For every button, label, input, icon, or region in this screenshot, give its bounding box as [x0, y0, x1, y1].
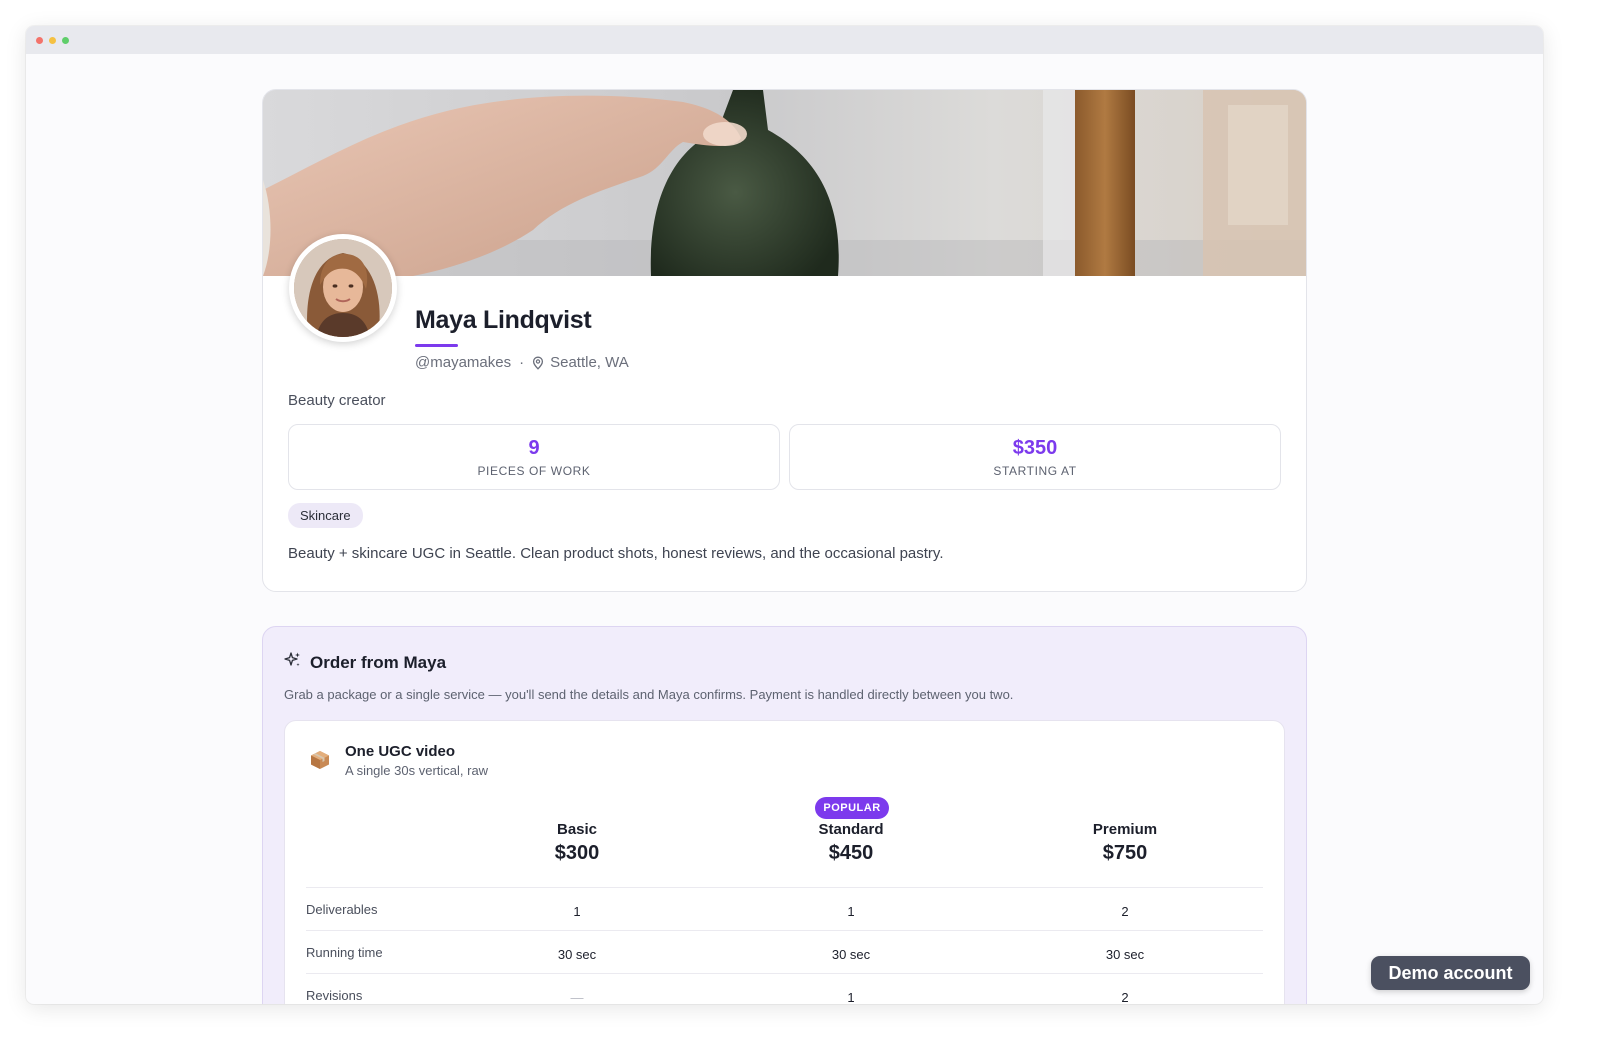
creator-bio: Beauty + skincare UGC in Seattle. Clean … [288, 545, 944, 562]
creator-category: Beauty creator [288, 392, 386, 409]
tier-price: $300 [554, 842, 600, 864]
table-cell: 30 sec [557, 947, 597, 962]
creator-location: Seattle, WA [550, 354, 629, 371]
sparkle-icon [284, 651, 302, 674]
maximize-window-dot[interactable] [62, 36, 69, 44]
page-content: Maya Lindqvist @mayamakes · Seattle, WA … [26, 54, 1543, 1004]
creator-name: Maya Lindqvist [415, 306, 592, 334]
minimize-window-dot[interactable] [49, 36, 56, 44]
package-box-icon [309, 749, 331, 776]
order-header: Order from Maya [284, 651, 446, 674]
package-card: One UGC video A single 30s vertical, raw… [284, 720, 1285, 1004]
row-label: Running time [306, 945, 383, 960]
stat-value: 9 [528, 436, 540, 459]
table-cell: 1 [847, 904, 855, 919]
table-cell: 1 [847, 990, 855, 1004]
tier-standard[interactable]: Standard $450 [751, 821, 951, 865]
table-cell: 2 [1121, 904, 1129, 919]
profile-card: Maya Lindqvist @mayamakes · Seattle, WA … [262, 89, 1307, 592]
order-title: Order from Maya [310, 652, 447, 672]
stat-label: STARTING AT [993, 463, 1077, 478]
window-titlebar [26, 26, 1543, 54]
tier-name: Standard [818, 821, 884, 838]
browser-window: Maya Lindqvist @mayamakes · Seattle, WA … [26, 26, 1543, 1004]
stat-value: $350 [1012, 436, 1058, 459]
table-cell: 30 sec [831, 947, 871, 962]
cover-image [263, 90, 1306, 276]
row-label: Deliverables [306, 902, 378, 917]
stat-pieces-of-work: 9 PIECES OF WORK [288, 424, 780, 490]
table-cell: 1 [573, 904, 581, 919]
niche-tag[interactable]: Skincare [288, 503, 363, 528]
creator-handle: @mayamakes [415, 354, 512, 371]
avatar[interactable] [289, 234, 397, 342]
avatar-photo [294, 239, 392, 337]
name-accent-underline [415, 344, 458, 347]
stat-starting-at: $350 STARTING AT [789, 424, 1281, 490]
table-cell: 2 [1121, 990, 1129, 1004]
table-cell: 30 sec [1105, 947, 1145, 962]
tier-price: $450 [828, 842, 874, 864]
demo-account-badge[interactable]: Demo account [1371, 956, 1530, 990]
creator-meta: @mayamakes · Seattle, WA [415, 354, 629, 371]
close-window-dot[interactable] [36, 36, 43, 44]
table-cell: — [570, 990, 584, 1004]
popular-badge: POPULAR [815, 797, 889, 819]
package-description: A single 30s vertical, raw [345, 763, 489, 778]
tier-premium[interactable]: Premium $750 [1025, 821, 1225, 865]
comparison-table: Deliverables 1 1 2 Running time 30 sec 3… [306, 887, 1263, 1004]
row-label: Revisions [306, 988, 363, 1003]
order-subtitle: Grab a package or a single service — you… [284, 687, 1014, 702]
stat-label: PIECES OF WORK [477, 463, 591, 478]
map-pin-icon [532, 356, 544, 370]
tier-name: Basic [556, 821, 598, 838]
table-row: Running time 30 sec 30 sec 30 sec [306, 930, 1263, 973]
tier-basic[interactable]: Basic $300 [477, 821, 677, 865]
table-row: Revisions — 1 2 [306, 973, 1263, 1004]
order-section: Order from Maya Grab a package or a sing… [262, 626, 1307, 1004]
table-row: Deliverables 1 1 2 [306, 887, 1263, 930]
package-title: One UGC video [345, 743, 456, 760]
meta-separator: · [519, 354, 525, 371]
tier-price: $750 [1102, 842, 1148, 864]
tier-name: Premium [1092, 821, 1158, 838]
